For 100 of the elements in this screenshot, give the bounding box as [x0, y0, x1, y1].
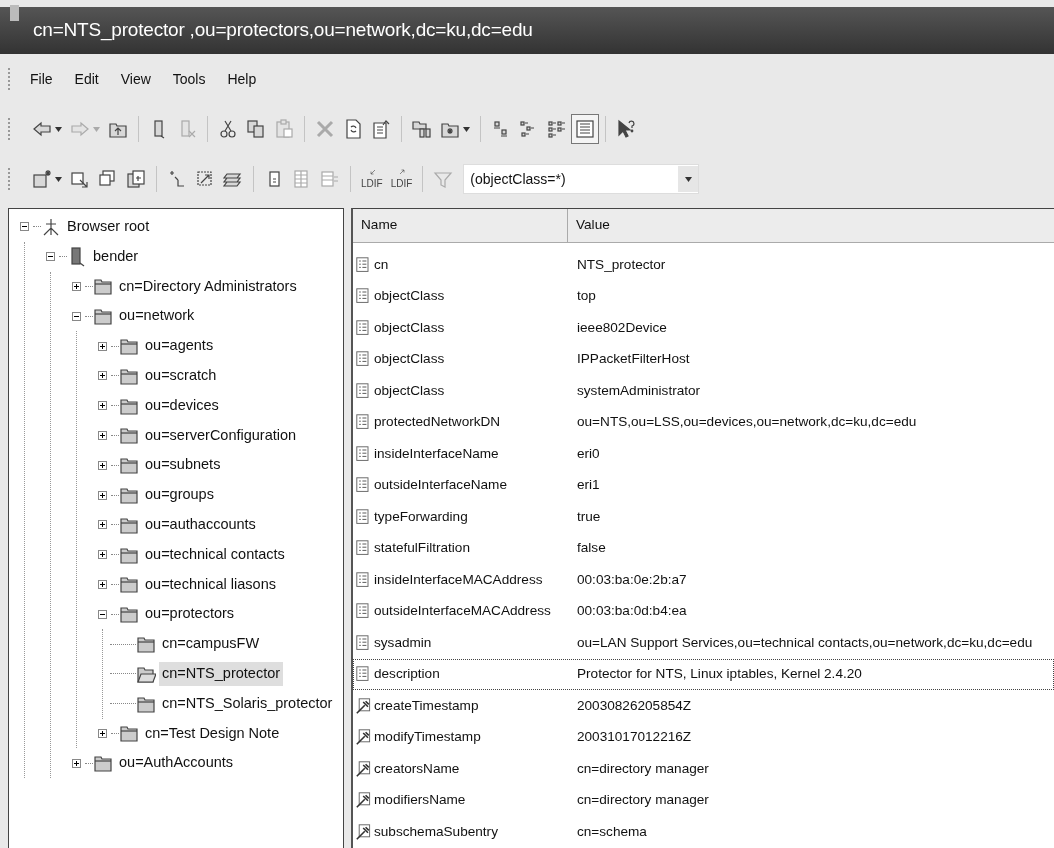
expand-icon[interactable] [97, 460, 107, 470]
attribute-name: insideInterfaceName [374, 444, 499, 463]
expand-icon[interactable] [71, 758, 81, 768]
menu-item[interactable]: File [28, 66, 55, 92]
attribute-row[interactable]: typeForwarding true [353, 501, 1054, 533]
filter-combobox[interactable]: (objectClass=*) [463, 164, 700, 194]
attribute-row[interactable]: sysadmin ou=LAN Support Services,ou=technical contacts,ou=network,dc=ku,dc=edu [353, 627, 1054, 659]
attribute-row[interactable]: outsideInterfaceMACAddress 00:03:ba:0d:b4:ea [353, 595, 1054, 627]
attribute-name: objectClass [374, 350, 445, 369]
expand-icon[interactable] [97, 728, 107, 738]
folder-icon [93, 306, 113, 327]
expand-icon[interactable] [97, 371, 107, 381]
menu-item[interactable]: Edit [72, 66, 101, 92]
attribute-row[interactable]: insideInterfaceName eri0 [353, 438, 1054, 470]
list-icon [547, 119, 567, 139]
tree-item[interactable]: ou=agents [142, 334, 217, 358]
tree-item[interactable]: cn=NTS_protector [159, 661, 284, 686]
attribute-row[interactable]: statefulFiltration false [353, 532, 1054, 564]
expand-icon[interactable] [97, 550, 107, 560]
attribute-row[interactable]: protectedNetworkDN ou=NTS,ou=LSS,ou=devices,ou=network,dc=ku,dc=edu [353, 406, 1054, 438]
attribute-row[interactable]: description Protector for NTS, Linux iptables, Kernel 2.4.20 [353, 658, 1054, 690]
wrench-page-icon [356, 821, 372, 842]
expand-icon[interactable] [97, 401, 107, 411]
tree-item[interactable]: bender [90, 244, 142, 269]
wrench-page-icon [356, 790, 372, 811]
tree-item[interactable]: ou=scratch [142, 364, 220, 388]
attribute-row[interactable]: objectClass top [353, 280, 1054, 312]
collapse-icon[interactable] [19, 222, 29, 232]
attribute-name: typeForwarding [374, 507, 468, 526]
folder-icon [136, 634, 156, 655]
toolbar-button[interactable] [571, 114, 599, 144]
attribute-row[interactable]: objectClass systemAdministrator [353, 375, 1054, 407]
column-header[interactable]: Name [353, 209, 568, 242]
tree-item[interactable]: cn=Test Design Note [142, 721, 283, 746]
tree-item[interactable]: ou=network [116, 304, 198, 329]
tree-item[interactable]: ou=authaccounts [142, 513, 259, 537]
caret-icon [55, 176, 62, 182]
attribute-row[interactable]: outsideInterfaceName eri1 [353, 469, 1054, 501]
tree-item[interactable]: cn=NTS_Solaris_protector [159, 691, 336, 716]
attribute-value: Protector for NTS, Linux iptables, Kernel 2.4.20 [576, 665, 862, 684]
page-arrow-icon [70, 169, 90, 189]
wrench-page-icon [356, 695, 372, 716]
expand-icon[interactable] [97, 341, 107, 351]
attribute-row[interactable]: modifyTimestamp 20031017012216Z [353, 721, 1054, 753]
tree-item[interactable]: cn=campusFW [159, 632, 263, 656]
attribute-row[interactable]: modifiersName cn=directory manager [353, 784, 1054, 816]
grid-arrows-icon [320, 169, 340, 189]
toolbar-button[interactable]: LDIF [357, 164, 387, 194]
menu-item[interactable]: View [118, 66, 153, 92]
caret-icon [55, 126, 62, 132]
attribute-row[interactable]: creatorsName cn=directory manager [353, 753, 1054, 785]
attribute-row[interactable]: objectClass ieee802Device [353, 312, 1054, 344]
collapse-icon[interactable] [45, 252, 55, 262]
caret-icon [93, 126, 100, 132]
attribute-name: description [374, 665, 440, 684]
folder-icon [119, 723, 139, 744]
column-header[interactable]: Value [568, 209, 610, 242]
tree-item[interactable]: ou=groups [142, 483, 217, 507]
details-icon [575, 119, 595, 139]
tree-item[interactable]: ou=technical liasons [142, 572, 279, 597]
filter-icon [433, 169, 454, 189]
attribute-value: 20030826205854Z [576, 696, 692, 715]
attribute-row[interactable]: cn NTS_protector [353, 249, 1054, 281]
tree-item[interactable]: ou=subnets [142, 453, 224, 478]
expand-icon[interactable] [97, 490, 107, 500]
tree-item[interactable]: Browser root [64, 215, 153, 239]
attribute-row[interactable]: createTimestamp 20030826205854Z [353, 690, 1054, 722]
attribute-row[interactable]: objectClass IPPacketFilterHost [353, 343, 1054, 375]
tree-item[interactable]: ou=AuthAccounts [116, 751, 237, 776]
attribute-value: eri0 [576, 444, 600, 463]
collapse-icon[interactable] [97, 609, 107, 619]
tree-item[interactable]: ou=protectors [142, 602, 238, 627]
toolbar-grip[interactable] [8, 118, 12, 140]
collapse-icon[interactable] [71, 311, 81, 321]
tree-item[interactable]: cn=Directory Administrators [116, 274, 300, 299]
attribute-name: insideInterfaceMACAddress [374, 570, 543, 589]
toolbar-grip[interactable] [8, 68, 12, 90]
tree-item[interactable]: ou=serverConfiguration [142, 423, 300, 448]
menu-item[interactable]: Help [225, 66, 259, 92]
tree-item[interactable]: ou=technical contacts [142, 542, 288, 567]
attribute-row[interactable]: insideInterfaceMACAddress 00:03:ba:0e:2b:a7 [353, 564, 1054, 596]
attribute-row[interactable]: subschemaSubentry cn=schema [353, 816, 1054, 848]
expand-icon[interactable] [97, 520, 107, 530]
attribute-name: sysadmin [374, 633, 432, 652]
attribute-value: NTS_protector [576, 255, 666, 274]
expand-icon[interactable] [97, 579, 107, 589]
menu-item[interactable]: Tools [170, 66, 208, 92]
folder-binoculars-icon [412, 119, 432, 139]
attribute-value: 00:03:ba:0e:2b:a7 [576, 570, 687, 589]
toolbar-button[interactable]: LDIF [386, 164, 417, 194]
toolbar-grip[interactable] [8, 168, 12, 190]
cross-icon [315, 119, 335, 139]
attribute-value: true [576, 507, 601, 526]
expand-icon[interactable] [97, 430, 107, 440]
window-icon [10, 5, 19, 21]
attribute-name: modifyTimestamp [374, 728, 481, 747]
folder-icon [119, 455, 139, 476]
page-arrows-icon [343, 119, 363, 139]
expand-icon[interactable] [71, 282, 81, 291]
tree-item[interactable]: ou=devices [142, 393, 222, 418]
